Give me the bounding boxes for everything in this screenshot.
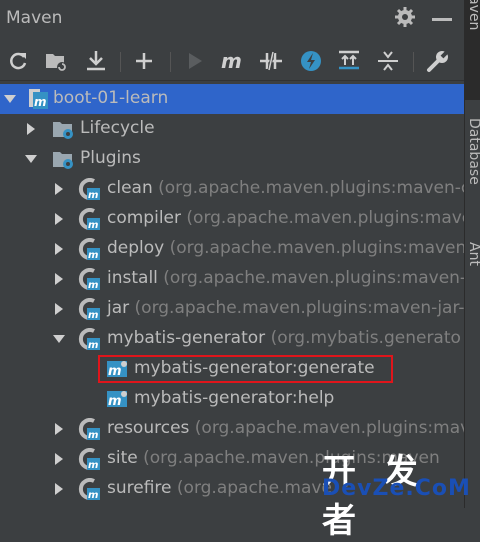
tab-maven[interactable]: Maven bbox=[465, 0, 480, 100]
toolbar-separator bbox=[413, 52, 414, 72]
plugin-row[interactable]: m resources (org.apache.maven.plugins:ma… bbox=[0, 414, 470, 444]
svg-text:m: m bbox=[88, 340, 98, 350]
plugin-label: install (org.apache.maven.plugins:maven- bbox=[107, 268, 467, 288]
plugin-icon: m bbox=[78, 208, 100, 230]
execute-maven-goal-icon[interactable]: m bbox=[219, 48, 245, 74]
plugin-icon: m bbox=[78, 298, 100, 320]
toolbar-separator bbox=[170, 52, 171, 72]
toolbar-separator bbox=[120, 52, 121, 72]
wrench-icon[interactable] bbox=[425, 48, 451, 74]
svg-text:m: m bbox=[88, 220, 98, 230]
plugin-icon: m bbox=[78, 328, 100, 350]
collapsed-arrow-icon[interactable] bbox=[53, 453, 65, 465]
show-dependencies-icon[interactable] bbox=[336, 48, 362, 74]
plugin-label: surefire (org.apache.mave bbox=[107, 478, 332, 498]
minimize-icon[interactable] bbox=[432, 18, 452, 21]
svg-text:m: m bbox=[88, 430, 98, 440]
plugin-icon: m bbox=[78, 478, 100, 500]
expand-arrow-icon[interactable] bbox=[4, 93, 16, 105]
gear-icon[interactable] bbox=[394, 6, 416, 28]
plugin-label: deploy (org.apache.maven.plugins:maven bbox=[107, 238, 467, 258]
panel-title: Maven bbox=[6, 8, 63, 28]
toolbar: m bbox=[0, 40, 464, 81]
right-tool-strip: Maven Database Ant bbox=[464, 0, 480, 508]
maven-project-icon: m bbox=[29, 89, 48, 109]
highlight-box bbox=[98, 355, 393, 383]
plugin-label: clean (org.apache.maven.plugins:maven-c bbox=[107, 178, 471, 198]
skip-tests-icon[interactable] bbox=[298, 48, 324, 74]
plugin-label: compiler (org.apache.maven.plugins:mave bbox=[107, 208, 473, 228]
plugin-label: resources (org.apache.maven.plugins:mav bbox=[107, 418, 471, 438]
svg-text:m: m bbox=[221, 49, 242, 73]
expand-arrow-icon[interactable] bbox=[53, 333, 65, 345]
panel-header: Maven bbox=[0, 0, 464, 38]
plugin-label: mybatis-generator (org.mybatis.generato bbox=[107, 328, 461, 348]
tree-node-project[interactable]: m boot-01-learn bbox=[0, 84, 464, 114]
svg-text:m: m bbox=[88, 280, 98, 290]
maven-goal-icon: m bbox=[107, 391, 127, 409]
plugin-row[interactable]: m install (org.apache.maven.plugins:mave… bbox=[0, 264, 467, 294]
add-icon[interactable] bbox=[131, 48, 157, 74]
tree-node-lifecycle[interactable]: Lifecycle bbox=[0, 114, 464, 144]
plugin-row[interactable]: m clean (org.apache.maven.plugins:maven-… bbox=[0, 174, 470, 204]
collapsed-arrow-icon[interactable] bbox=[53, 483, 65, 495]
tree-node-plugins[interactable]: Plugins bbox=[0, 144, 464, 174]
collapsed-arrow-icon[interactable] bbox=[25, 123, 37, 135]
project-label: boot-01-learn bbox=[53, 88, 169, 108]
generate-sources-icon[interactable] bbox=[43, 48, 69, 74]
plugin-icon: m bbox=[78, 238, 100, 260]
expand-arrow-icon[interactable] bbox=[25, 153, 37, 165]
plugin-row-mybatis-generator[interactable]: m mybatis-generator (org.mybatis.generat… bbox=[0, 324, 464, 354]
reload-icon[interactable] bbox=[5, 48, 31, 74]
toggle-offline-icon[interactable] bbox=[258, 48, 284, 74]
plugin-row[interactable]: m compiler (org.apache.maven.plugins:mav… bbox=[0, 204, 472, 234]
goal-label: mybatis-generator:help bbox=[134, 388, 335, 408]
plugin-icon: m bbox=[78, 418, 100, 440]
svg-text:m: m bbox=[88, 190, 98, 200]
plugin-icon: m bbox=[78, 448, 100, 470]
lifecycle-label: Lifecycle bbox=[80, 118, 155, 138]
collapsed-arrow-icon[interactable] bbox=[53, 243, 65, 255]
collapsed-arrow-icon[interactable] bbox=[53, 303, 65, 315]
collapsed-arrow-icon[interactable] bbox=[53, 183, 65, 195]
collapsed-arrow-icon[interactable] bbox=[53, 273, 65, 285]
collapse-all-icon[interactable] bbox=[375, 48, 401, 74]
maven-panel: Maven m m boot-01-learn Lifecycle Plugin… bbox=[0, 0, 472, 508]
collapsed-arrow-icon[interactable] bbox=[53, 423, 65, 435]
run-icon[interactable] bbox=[182, 48, 208, 74]
plugin-icon: m bbox=[78, 178, 100, 200]
plugins-folder-icon bbox=[53, 152, 73, 169]
tab-ant[interactable]: Ant bbox=[465, 242, 480, 312]
svg-text:m: m bbox=[88, 310, 98, 320]
tab-database[interactable]: Database bbox=[465, 118, 480, 236]
plugin-row[interactable]: m jar (org.apache.maven.plugins:maven-ja… bbox=[0, 294, 465, 324]
download-icon[interactable] bbox=[83, 48, 109, 74]
svg-text:m: m bbox=[88, 490, 98, 500]
svg-text:m: m bbox=[88, 250, 98, 260]
svg-text:m: m bbox=[108, 394, 122, 409]
watermark: 开 发 者 DevZe.CoM bbox=[322, 444, 472, 541]
goal-row-help[interactable]: m mybatis-generator:help bbox=[0, 384, 464, 414]
plugin-row[interactable]: m deploy (org.apache.maven.plugins:maven bbox=[0, 234, 467, 264]
svg-text:m: m bbox=[34, 95, 47, 109]
svg-text:m: m bbox=[88, 460, 98, 470]
plugins-label: Plugins bbox=[80, 148, 141, 168]
plugin-icon: m bbox=[78, 268, 100, 290]
watermark-site: DevZe.CoM bbox=[322, 476, 471, 501]
collapsed-arrow-icon[interactable] bbox=[53, 213, 65, 225]
lifecycle-folder-icon bbox=[53, 122, 73, 139]
plugin-label: jar (org.apache.maven.plugins:maven-jar- bbox=[107, 298, 465, 318]
